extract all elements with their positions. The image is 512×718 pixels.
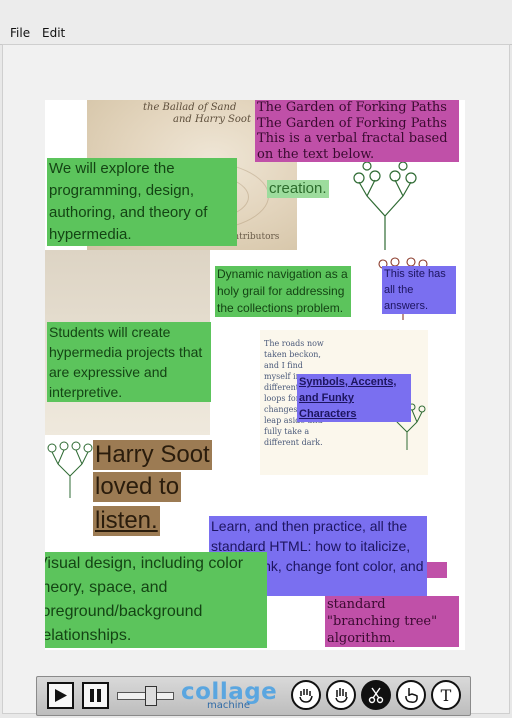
photo-title-line1: the Ballad of Sand: [143, 102, 237, 113]
collage-toolbar: collage machine T: [36, 676, 471, 716]
collage-machine-logo: collage machine: [181, 679, 289, 711]
open-hand-icon: [335, 688, 348, 703]
pause-icon: [90, 689, 101, 702]
creation-fragment[interactable]: creation.: [267, 180, 329, 198]
visual-design-text[interactable]: Visual design, including color theory, s…: [45, 552, 267, 648]
photo-title-line2: and Harry Soot: [173, 114, 251, 125]
menu-file[interactable]: File: [10, 26, 30, 40]
fractal-tree-icon[interactable]: [353, 156, 417, 252]
answers-text[interactable]: This site has all the answers.: [382, 266, 456, 314]
branching-tree-text[interactable]: standard "branching tree" algorithm.: [325, 596, 459, 647]
photo-title: the Ballad of Sand and Harry Soot: [143, 102, 251, 126]
play-button[interactable]: [47, 682, 74, 709]
text-tool-icon: T: [440, 685, 452, 705]
scissors-tool[interactable]: [361, 680, 391, 710]
verbal-fractal-text: This is a verbal fractal based on the te…: [257, 131, 448, 162]
pointer-hand-icon: [405, 688, 418, 703]
pointer-hand-tool[interactable]: [396, 680, 426, 710]
scissors-icon: [368, 687, 384, 704]
poem-line: taken beckon,: [264, 350, 321, 359]
collage-canvas[interactable]: the Ballad of Sand and Harry Soot Contri…: [45, 100, 465, 650]
harry-soot-line2[interactable]: loved to: [93, 472, 182, 502]
students-text[interactable]: Students will create hypermedia projects…: [47, 322, 211, 402]
speed-slider-knob[interactable]: [145, 686, 157, 706]
garden-title: The Garden of Forking Paths: [257, 100, 447, 115]
grab-hand-icon: [299, 689, 313, 703]
garden-paths-text[interactable]: The Garden of Forking Paths The Garden o…: [255, 100, 459, 163]
dynamic-navigation-text[interactable]: Dynamic navigation as a holy grail for a…: [215, 266, 351, 317]
menu-bar: File Edit: [0, 0, 512, 45]
text-tool[interactable]: T: [431, 680, 461, 710]
fractal-tree-icon[interactable]: [47, 436, 93, 500]
pause-button[interactable]: [82, 682, 109, 709]
harry-soot-line1[interactable]: Harry Soot: [93, 440, 212, 470]
open-hand-tool[interactable]: [326, 680, 356, 710]
garden-title-repeat: The Garden of Forking Paths: [257, 115, 447, 131]
explore-text[interactable]: We will explore the programming, design,…: [47, 158, 237, 246]
play-icon: [55, 689, 67, 702]
symbols-link[interactable]: Symbols, Accents, and Funky Characters: [297, 374, 411, 422]
poem-line: different dark.: [264, 438, 323, 447]
grab-hand-tool[interactable]: [291, 680, 321, 710]
logo-sub-text: machine: [207, 700, 250, 711]
poem-line: The roads now: [264, 339, 324, 348]
poem-line: fully take a: [264, 427, 310, 436]
menu-edit[interactable]: Edit: [42, 26, 65, 40]
poem-line: and I find: [264, 361, 303, 370]
harry-soot-line3[interactable]: listen.: [93, 506, 160, 536]
